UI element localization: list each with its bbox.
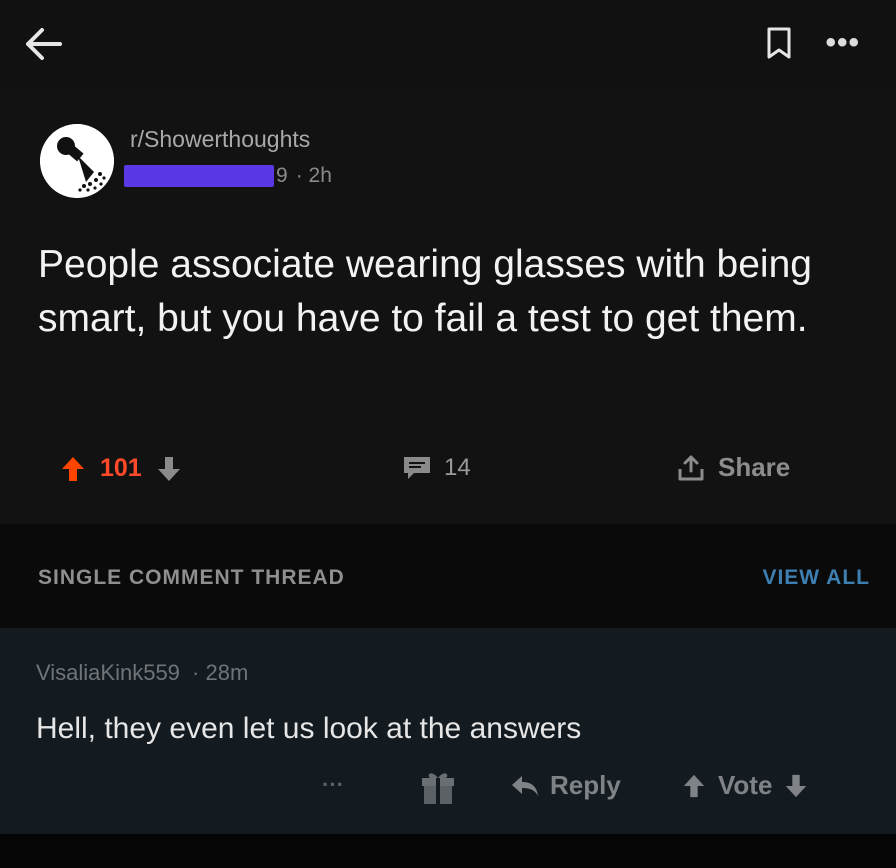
share-label: Share bbox=[718, 452, 791, 482]
back-arrow-icon[interactable] bbox=[18, 22, 68, 66]
thread-bar: SINGLE COMMENT THREAD VIEW ALL bbox=[0, 524, 896, 628]
reply-label: Reply bbox=[550, 770, 621, 800]
comment-vote-group: Vote bbox=[682, 770, 808, 801]
downvote-arrow-icon[interactable] bbox=[156, 455, 182, 483]
vote-group: 101 bbox=[60, 454, 182, 483]
redacted-username bbox=[124, 165, 274, 187]
bookmark-icon[interactable] bbox=[765, 26, 793, 60]
comment-meta: VisaliaKink559 · 28m bbox=[36, 660, 248, 686]
post-card: r/Showerthoughts 9 · 2h People associate… bbox=[0, 90, 896, 524]
gift-icon[interactable] bbox=[418, 768, 458, 808]
share-button[interactable]: Share bbox=[676, 452, 790, 483]
upvote-arrow-icon[interactable] bbox=[60, 455, 86, 483]
more-options-icon[interactable]: ••• bbox=[825, 28, 860, 58]
top-bar: ••• bbox=[0, 0, 896, 90]
comment-time: · 28m bbox=[192, 660, 249, 685]
view-all-link[interactable]: VIEW ALL bbox=[762, 566, 870, 590]
comment-downvote-icon[interactable] bbox=[784, 773, 808, 799]
single-comment-thread-label: SINGLE COMMENT THREAD bbox=[38, 566, 345, 589]
post-actions: 101 14 Share bbox=[0, 452, 896, 502]
comment-more-icon[interactable]: ··· bbox=[322, 772, 344, 798]
reply-arrow-icon bbox=[512, 775, 538, 796]
comment-actions: ··· Reply Vote bbox=[0, 768, 896, 812]
shower-head-icon bbox=[40, 124, 114, 198]
bottom-strip bbox=[0, 834, 896, 868]
subreddit-name[interactable]: r/Showerthoughts bbox=[130, 126, 310, 153]
subreddit-avatar[interactable] bbox=[40, 124, 114, 198]
comments-button[interactable]: 14 bbox=[402, 454, 471, 482]
author-suffix: 9 bbox=[276, 164, 288, 187]
comment-body: Hell, they even let us look at the answe… bbox=[36, 712, 582, 745]
comment-author[interactable]: VisaliaKink559 bbox=[36, 660, 180, 685]
post-title[interactable]: People associate wearing glasses with be… bbox=[38, 238, 868, 346]
comment-upvote-icon[interactable] bbox=[682, 773, 706, 799]
post-score: 101 bbox=[100, 454, 142, 482]
comment-bubble-icon bbox=[404, 457, 430, 479]
post-time: · 2h bbox=[295, 164, 332, 187]
reply-button[interactable]: Reply bbox=[510, 770, 621, 801]
vote-label: Vote bbox=[718, 770, 773, 800]
share-icon bbox=[678, 455, 704, 480]
comment-count: 14 bbox=[444, 454, 471, 481]
post-meta: 9 · 2h bbox=[124, 164, 332, 188]
comment-card: VisaliaKink559 · 28m Hell, they even let… bbox=[0, 628, 896, 834]
top-actions: ••• bbox=[765, 26, 860, 60]
